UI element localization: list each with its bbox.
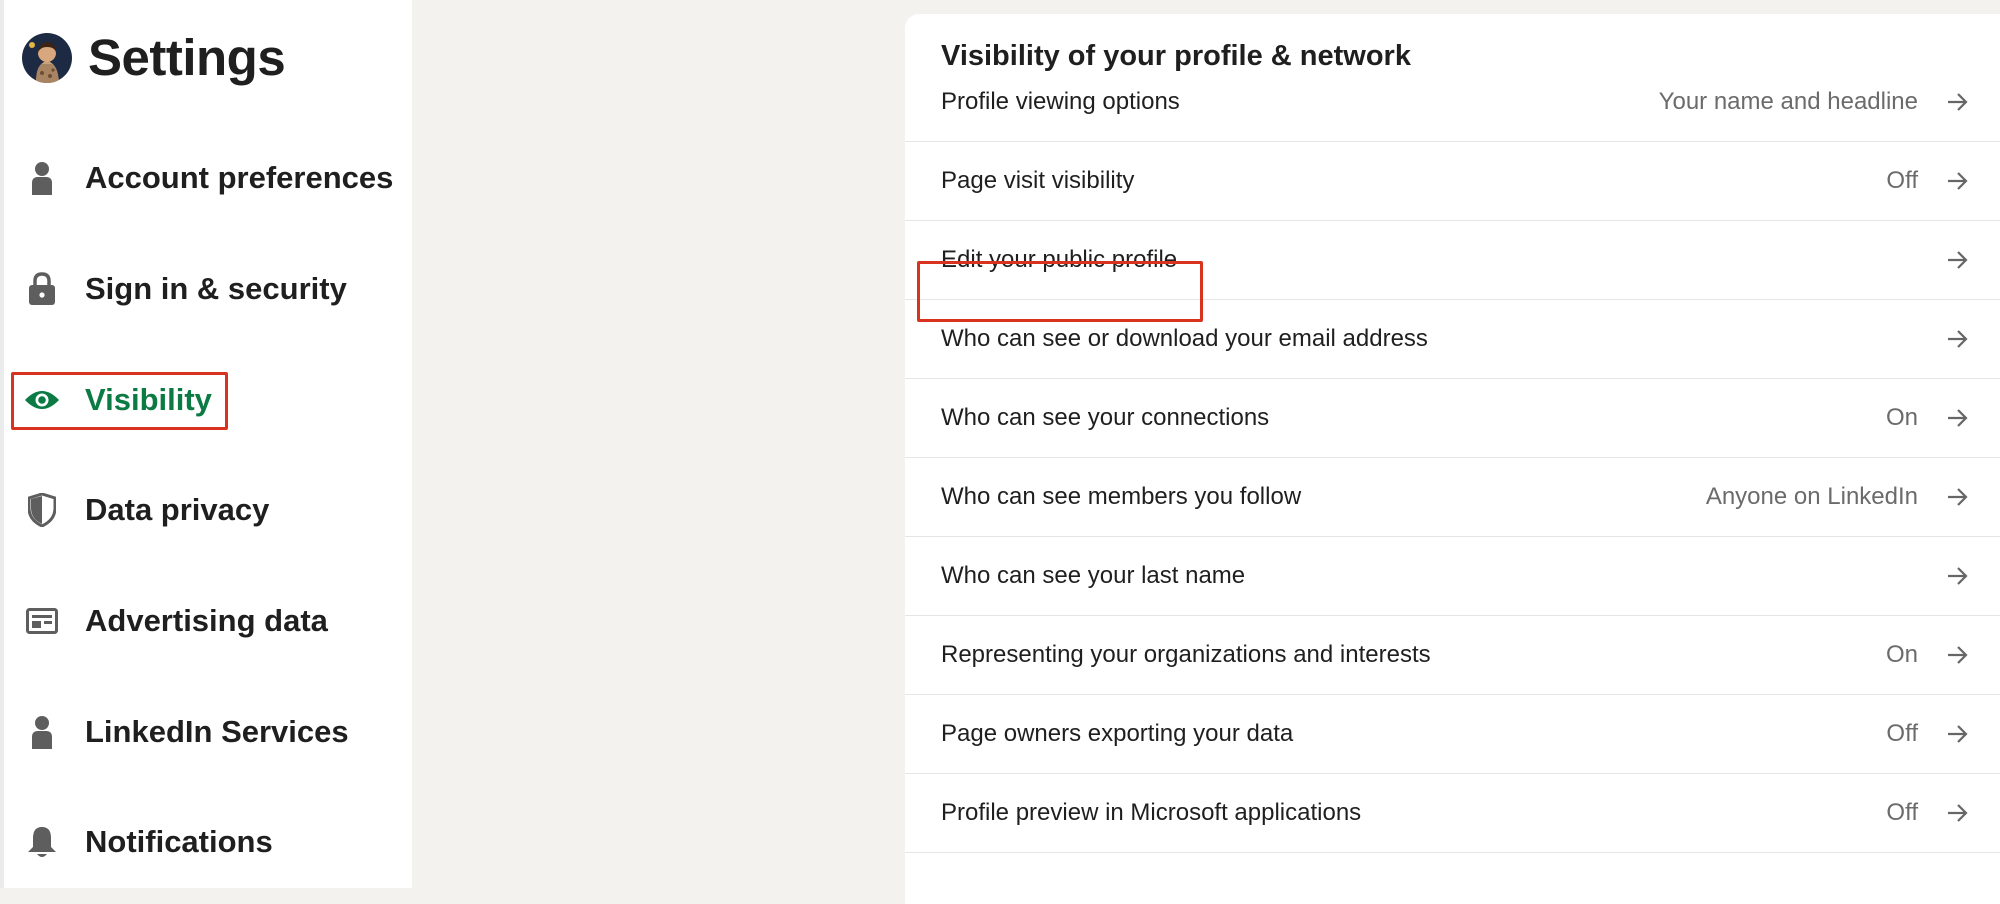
arrow-right-icon [1944, 246, 1972, 274]
setting-row-email-visibility[interactable]: Who can see or download your email addre… [905, 300, 2000, 379]
setting-value: Off [1886, 799, 1918, 826]
setting-value: Anyone on LinkedIn [1705, 483, 1918, 510]
setting-label: Who can see or download your email addre… [941, 325, 1428, 352]
setting-row-last-name-visibility[interactable]: Who can see your last name [905, 537, 2000, 616]
sidebar-item-label: Notifications [85, 824, 273, 859]
arrow-right-icon [1944, 720, 1972, 748]
setting-value: On [1885, 641, 1918, 668]
setting-value: On [1885, 404, 1918, 431]
setting-row-microsoft-profile-preview[interactable]: Profile preview in Microsoft application… [905, 774, 2000, 853]
arrow-right-icon [1944, 88, 1972, 116]
person-icon [24, 714, 60, 750]
setting-label: Who can see your last name [941, 562, 1246, 589]
setting-value: Your name and headline [1658, 88, 1918, 115]
eye-icon [24, 382, 60, 418]
settings-header: Settings [22, 28, 286, 87]
setting-row-page-visit-visibility[interactable]: Page visit visibility Off [905, 142, 2000, 221]
setting-label: Who can see your connections [941, 404, 1270, 431]
setting-label: Page visit visibility [941, 167, 1135, 194]
arrow-right-icon [1944, 799, 1972, 827]
sidebar-item-label: Account preferences [85, 160, 394, 195]
avatar[interactable] [22, 32, 72, 83]
setting-row-page-owners-exporting[interactable]: Page owners exporting your data Off [905, 695, 2000, 774]
person-icon [24, 160, 60, 196]
lock-icon [24, 271, 60, 307]
arrow-right-icon [1944, 404, 1972, 432]
arrow-right-icon [1944, 641, 1972, 669]
setting-row-profile-viewing-options[interactable]: Profile viewing options Your name and he… [905, 63, 2000, 142]
arrow-right-icon [1944, 483, 1972, 511]
bell-icon [24, 824, 60, 860]
sidebar-edge [0, 0, 4, 888]
sidebar-item-label: Advertising data [85, 603, 328, 638]
shield-icon [24, 492, 60, 528]
newspaper-icon [24, 603, 60, 639]
setting-label: Representing your organizations and inte… [941, 641, 1431, 668]
page-title: Settings [88, 29, 286, 86]
setting-label: Who can see members you follow [941, 483, 1302, 510]
sidebar-item-label: Sign in & security [85, 271, 347, 306]
sidebar-item-label: LinkedIn Services [85, 714, 349, 749]
setting-label: Edit your public profile [941, 246, 1178, 273]
visibility-panel: Visibility of your profile & network Pro… [905, 14, 2000, 904]
sidebar-item-label: Visibility [85, 382, 212, 417]
setting-row-members-you-follow[interactable]: Who can see members you follow Anyone on… [905, 458, 2000, 537]
settings-sidebar: Settings Account preferences Sign in & s… [0, 0, 412, 888]
setting-value: Off [1886, 720, 1918, 747]
setting-label: Page owners exporting your data [941, 720, 1294, 747]
arrow-right-icon [1944, 325, 1972, 353]
sidebar-item-linkedin-services[interactable]: LinkedIn Services [24, 702, 349, 762]
setting-label: Profile preview in Microsoft application… [941, 799, 1362, 826]
sidebar-item-notifications[interactable]: Notifications [24, 812, 273, 872]
setting-row-edit-public-profile[interactable]: Edit your public profile [905, 221, 2000, 300]
sidebar-item-account-preferences[interactable]: Account preferences [24, 148, 393, 208]
sidebar-item-sign-in-security[interactable]: Sign in & security [24, 259, 347, 319]
arrow-right-icon [1944, 167, 1972, 195]
sidebar-item-advertising-data[interactable]: Advertising data [24, 591, 328, 651]
sidebar-item-label: Data privacy [85, 492, 270, 527]
setting-value: Off [1886, 167, 1918, 194]
setting-label: Profile viewing options [941, 88, 1180, 115]
sidebar-item-data-privacy[interactable]: Data privacy [24, 480, 269, 540]
setting-row-connections-visibility[interactable]: Who can see your connections On [905, 379, 2000, 458]
setting-row-organizations-interests[interactable]: Representing your organizations and inte… [905, 616, 2000, 695]
sidebar-item-visibility[interactable]: Visibility [24, 370, 212, 430]
arrow-right-icon [1944, 562, 1972, 590]
